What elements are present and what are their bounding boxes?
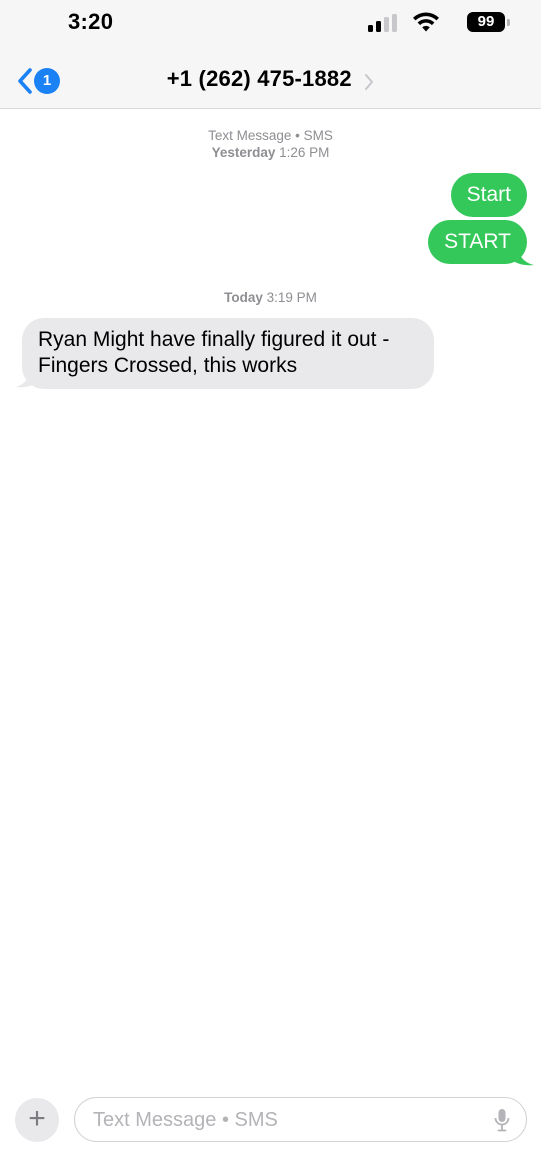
received-message-line: Ryan Might have finally figured it out - — [38, 328, 390, 351]
message-service-label: Text Message • SMS — [208, 128, 333, 143]
sent-bubble-tail — [510, 248, 534, 266]
received-message-line: Fingers Crossed, this works — [38, 354, 298, 377]
plus-button[interactable]: + — [15, 1098, 59, 1142]
thread-meta-today: Today 3:19 PM — [0, 289, 541, 306]
contact-header[interactable]: +1 (262) 475-1882 — [0, 66, 541, 92]
contact-chevron-icon — [365, 73, 374, 90]
status-time: 3:20 — [68, 9, 114, 34]
thread-meta-yesterday: Text Message • SMS Yesterday 1:26 PM — [0, 127, 541, 161]
status-icons: 99 — [313, 11, 513, 35]
battery-icon: 99 — [467, 12, 505, 32]
signal-icon — [368, 14, 398, 32]
battery-cap — [507, 19, 510, 26]
message-input[interactable] — [91, 1106, 475, 1134]
sent-message[interactable]: Start — [450, 173, 527, 217]
timestamp-yesterday: Yesterday 1:26 PM — [211, 145, 330, 160]
microphone-icon[interactable] — [494, 1108, 510, 1132]
received-message[interactable]: Ryan Might have finally figured it out -… — [22, 318, 434, 389]
messages-screen: 3:20 99 1 +1 (262) 475-1882 Text Message… — [0, 0, 541, 1153]
contact-name: +1 (262) 475-1882 — [166, 66, 352, 91]
wifi-icon — [413, 12, 439, 32]
plus-icon: + — [28, 1102, 46, 1135]
message-input-field[interactable] — [74, 1097, 527, 1142]
timestamp-today: Today 3:19 PM — [224, 290, 317, 305]
header: 3:20 99 1 +1 (262) 475-1882 — [0, 0, 541, 109]
